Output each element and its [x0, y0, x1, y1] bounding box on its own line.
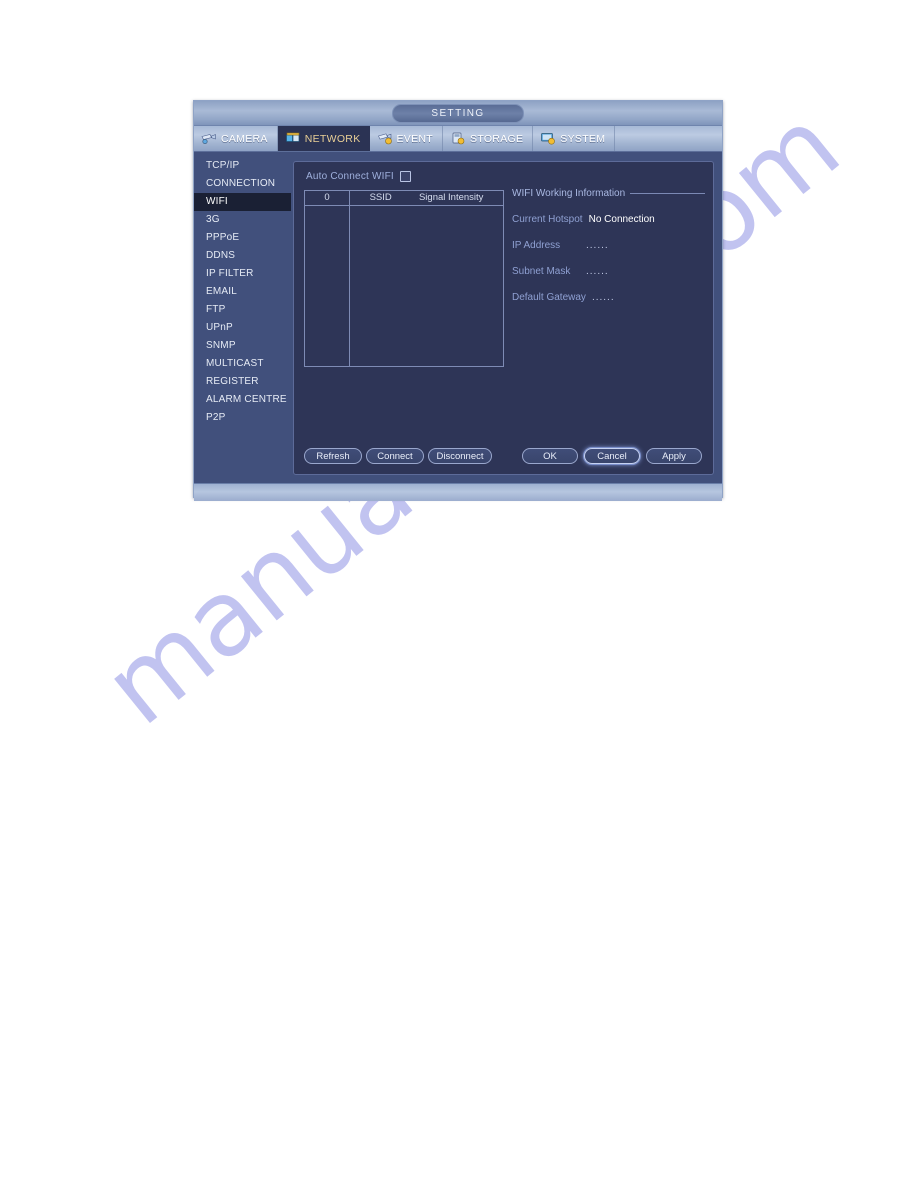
wifi-table-body	[305, 206, 503, 367]
event-icon	[377, 133, 392, 145]
sidebar-item-snmp[interactable]: SNMP	[194, 337, 291, 355]
panel-button-row: Refresh Connect Disconnect OK Cancel App…	[294, 448, 713, 464]
tab-system[interactable]: SYSTEM	[533, 126, 616, 151]
tab-storage[interactable]: STORAGE	[443, 126, 534, 151]
connect-button[interactable]: Connect	[366, 448, 424, 464]
window-footer	[194, 483, 722, 501]
ok-button[interactable]: OK	[522, 448, 578, 464]
wifi-table-header-rest: SSID Signal Intensity	[350, 191, 503, 205]
column-header-ssid: SSID	[369, 192, 392, 203]
wifi-working-information: WIFI Working Information Current Hotspot…	[512, 188, 705, 303]
window-body: TCP/IP CONNECTION WIFI 3G PPPoE DDNS IP …	[194, 152, 722, 483]
wifi-table-divider	[349, 206, 350, 367]
column-header-index: 0	[305, 191, 350, 205]
info-title-text: WIFI Working Information	[512, 188, 626, 199]
storage-icon	[452, 132, 465, 145]
subnet-mask-label: Subnet Mask	[512, 266, 571, 277]
info-row-default-gateway: Default Gateway ......	[512, 292, 705, 303]
auto-connect-checkbox[interactable]	[399, 171, 411, 182]
current-hotspot-label: Current Hotspot	[512, 214, 583, 225]
sidebar-item-tcpip[interactable]: TCP/IP	[194, 157, 291, 175]
sidebar-item-upnp[interactable]: UPnP	[194, 319, 291, 337]
camera-icon	[201, 134, 216, 145]
main-tabbar: CAMERA NETWORK EVENT STORAGE SYSTEM	[194, 126, 722, 152]
tab-network[interactable]: NETWORK	[277, 126, 370, 151]
settings-sidebar: TCP/IP CONNECTION WIFI 3G PPPoE DDNS IP …	[194, 152, 291, 483]
refresh-button[interactable]: Refresh	[304, 448, 362, 464]
subnet-mask-value: ......	[586, 266, 609, 277]
info-row-subnet-mask: Subnet Mask ......	[512, 266, 705, 277]
tab-system-label: SYSTEM	[560, 132, 606, 145]
sidebar-item-pppoe[interactable]: PPPoE	[194, 229, 291, 247]
sidebar-item-ftp[interactable]: FTP	[194, 301, 291, 319]
sidebar-item-email[interactable]: EMAIL	[194, 283, 291, 301]
sidebar-item-3g[interactable]: 3G	[194, 211, 291, 229]
sidebar-item-p2p[interactable]: P2P	[194, 409, 291, 427]
sidebar-item-multicast[interactable]: MULTICAST	[194, 355, 291, 373]
tab-camera-label: CAMERA	[221, 132, 268, 145]
cancel-button[interactable]: Cancel	[584, 448, 640, 464]
current-hotspot-value: No Connection	[588, 214, 655, 225]
window-titlebar: SETTING	[194, 101, 722, 126]
info-row-current-hotspot: Current Hotspot No Connection	[512, 214, 705, 225]
tab-storage-label: STORAGE	[470, 132, 524, 145]
window-title: SETTING	[392, 104, 524, 123]
network-icon	[285, 132, 300, 142]
info-title-row: WIFI Working Information	[512, 188, 705, 199]
tab-camera[interactable]: CAMERA	[194, 126, 278, 151]
sidebar-item-alarm-centre[interactable]: ALARM CENTRE	[194, 391, 291, 409]
info-title-rule	[630, 193, 705, 194]
sidebar-item-wifi[interactable]: WIFI	[194, 193, 291, 211]
default-gateway-label: Default Gateway	[512, 292, 586, 303]
auto-connect-label: Auto Connect WIFI	[306, 171, 394, 182]
system-icon	[541, 133, 556, 145]
apply-button[interactable]: Apply	[646, 448, 702, 464]
tab-event[interactable]: EVENT	[370, 126, 444, 151]
sidebar-item-register[interactable]: REGISTER	[194, 373, 291, 391]
column-header-signal: Signal Intensity	[418, 192, 484, 203]
wifi-table-header: 0 SSID Signal Intensity	[305, 191, 503, 206]
default-gateway-value: ......	[591, 292, 615, 303]
tab-event-label: EVENT	[396, 132, 434, 145]
setting-window: SETTING CAMERA NETWORK EVENT STORAGE SYS…	[193, 100, 723, 501]
sidebar-item-ddns[interactable]: DDNS	[194, 247, 291, 265]
wifi-settings-panel: Auto Connect WIFI 0 SSID Signal Intensit…	[293, 161, 714, 475]
sidebar-item-connection[interactable]: CONNECTION	[194, 175, 291, 193]
ip-address-value: ......	[586, 240, 609, 251]
tab-network-label: NETWORK	[304, 132, 361, 145]
wifi-list-table[interactable]: 0 SSID Signal Intensity	[304, 190, 504, 367]
info-row-ip-address: IP Address ......	[512, 240, 705, 251]
sidebar-item-ip-filter[interactable]: IP FILTER	[194, 265, 291, 283]
auto-connect-row: Auto Connect WIFI	[306, 171, 411, 182]
ip-address-label: IP Address	[512, 240, 561, 251]
disconnect-button[interactable]: Disconnect	[428, 448, 492, 464]
